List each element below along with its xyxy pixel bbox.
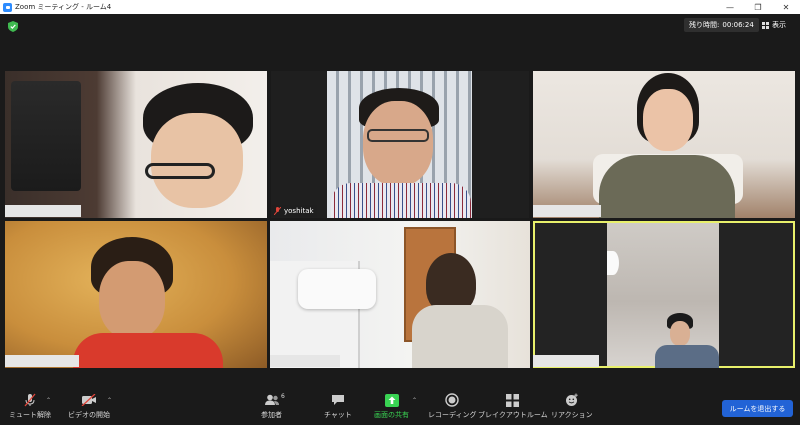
zoom-app-icon xyxy=(3,2,12,12)
view-button[interactable]: 表示 xyxy=(762,18,786,32)
participant-glasses xyxy=(145,163,215,179)
record-button[interactable]: レコーディング xyxy=(428,393,477,420)
breakout-rooms-button[interactable]: ブレイクアウトルーム xyxy=(478,393,548,420)
ceiling-light xyxy=(607,251,619,275)
window-controls: — ❐ ✕ xyxy=(716,0,800,14)
participants-icon xyxy=(264,393,280,407)
participant-name xyxy=(270,355,340,367)
timer-value: 00:06:24 xyxy=(722,21,754,29)
participant-cardigan xyxy=(412,305,508,368)
muted-mic-icon xyxy=(22,393,38,407)
video-tile-4[interactable] xyxy=(5,221,267,368)
share-screen-button[interactable]: 画面の共有 xyxy=(374,393,409,420)
minimize-button[interactable]: — xyxy=(716,0,744,14)
video-tile-5[interactable] xyxy=(270,221,530,368)
video-options-chevron-up-icon[interactable]: ⌃ xyxy=(107,397,112,404)
leave-room-button[interactable]: ルームを退出する xyxy=(722,400,793,417)
chat-button[interactable]: チャット xyxy=(324,393,352,420)
video-off-icon xyxy=(81,393,97,407)
participant-name xyxy=(533,205,601,217)
video-tile-6-active-speaker[interactable] xyxy=(533,221,795,368)
unmute-button[interactable]: ミュート解除 xyxy=(9,393,51,420)
share-screen-label: 画面の共有 xyxy=(374,411,409,419)
meeting-toolbar: ミュート解除 ⌃ ビデオの開始 ⌃ 参加者 6 チャット 画面の共有 ⌃ レコー… xyxy=(0,390,800,425)
muted-mic-icon xyxy=(274,207,281,215)
close-button[interactable]: ✕ xyxy=(772,0,800,14)
time-remaining: 残り時間: 00:06:24 xyxy=(684,18,759,32)
breakout-rooms-label: ブレイクアウトルーム xyxy=(478,411,548,419)
security-shield-icon[interactable] xyxy=(8,21,18,32)
participant-name xyxy=(533,355,599,367)
clothes-rack xyxy=(11,81,81,191)
participant-shirt xyxy=(655,345,719,368)
video-tile-3[interactable] xyxy=(533,71,795,218)
record-label: レコーディング xyxy=(428,411,477,419)
participant-name-tag: yoshitak xyxy=(271,205,317,217)
participant-face xyxy=(670,321,690,346)
reactions-button[interactable]: リアクション xyxy=(551,393,593,420)
participant-sweater xyxy=(599,155,735,218)
participant-face xyxy=(151,113,243,208)
chat-label: チャット xyxy=(324,411,352,419)
participant-face xyxy=(99,261,165,339)
video-tile-1[interactable] xyxy=(5,71,267,218)
participant-name: yoshitak xyxy=(284,207,314,215)
participant-glasses xyxy=(367,129,429,142)
participant-face xyxy=(643,89,693,151)
reactions-label: リアクション xyxy=(551,411,593,419)
laundry xyxy=(298,269,376,309)
window-titlebar: Zoom ミーティング - ルーム4 — ❐ ✕ xyxy=(0,0,800,14)
participant-shirt xyxy=(73,333,223,368)
audio-options-chevron-up-icon[interactable]: ⌃ xyxy=(46,397,51,404)
timer-label: 残り時間: xyxy=(689,21,720,29)
share-options-chevron-up-icon[interactable]: ⌃ xyxy=(412,397,417,404)
breakout-rooms-icon xyxy=(505,393,521,407)
meeting-stage: 残り時間: 00:06:24 表示 yoshitak xyxy=(0,14,800,390)
participant-shirt xyxy=(331,183,471,218)
reactions-smiley-icon xyxy=(564,393,580,407)
participant-hair xyxy=(426,253,476,313)
participant-name xyxy=(5,355,79,367)
record-icon xyxy=(444,393,460,407)
participants-label: 参加者 xyxy=(261,411,282,419)
start-video-label: ビデオの開始 xyxy=(68,411,110,419)
participant-name xyxy=(5,205,81,217)
video-tile-2[interactable]: yoshitak xyxy=(271,71,529,218)
share-screen-icon xyxy=(384,393,400,407)
chat-icon xyxy=(330,393,346,407)
participants-count: 6 xyxy=(281,393,285,400)
window-title: Zoom ミーティング - ルーム4 xyxy=(15,3,112,11)
participant-face xyxy=(363,101,433,186)
start-video-button[interactable]: ビデオの開始 xyxy=(68,393,110,420)
unmute-label: ミュート解除 xyxy=(9,411,51,419)
participants-button[interactable]: 参加者 xyxy=(261,393,282,420)
maximize-button[interactable]: ❐ xyxy=(744,0,772,14)
view-label: 表示 xyxy=(772,21,786,29)
grid-view-icon xyxy=(762,21,769,29)
